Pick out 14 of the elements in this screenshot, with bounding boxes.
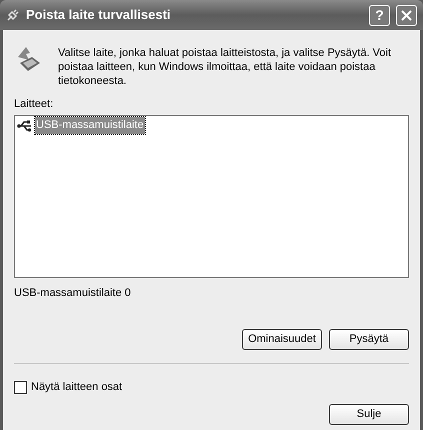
instructions-text: Valitse laite, jonka haluat poistaa laitteistosta, ja valitse Pysäytä. Voit poistaa laitteen, kun Windows ilmoittaa, että laite voidaan poistaa tietokoneesta. xyxy=(58,46,392,88)
properties-button[interactable]: Ominaisuudet xyxy=(242,329,322,350)
checkbox[interactable] xyxy=(14,380,27,394)
help-button[interactable]: ? xyxy=(369,4,390,26)
usb-icon xyxy=(17,118,33,132)
stop-button[interactable]: Pysäytä xyxy=(329,329,409,350)
devices-label: Laitteet: xyxy=(14,97,54,112)
close-button[interactable] xyxy=(396,4,417,26)
close-dialog-button[interactable]: Sulje xyxy=(329,404,409,424)
usb-plug-icon xyxy=(6,8,20,22)
window-title: Poista laite turvallisesti xyxy=(26,6,172,24)
selected-device-text: USB-massamuistilaite 0 xyxy=(14,286,132,300)
checkbox-label: Näytä laitteen osat xyxy=(31,380,122,395)
close-icon xyxy=(401,10,412,20)
